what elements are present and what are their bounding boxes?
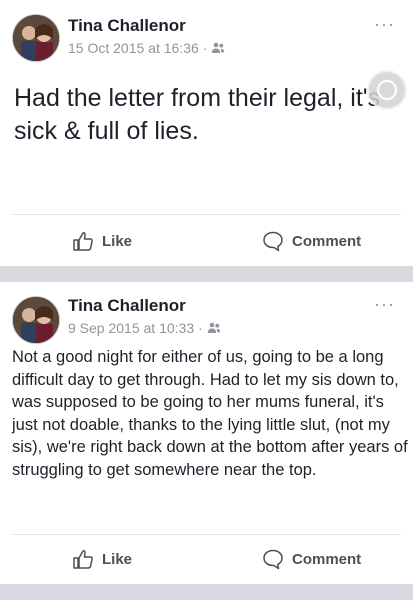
- like-label: Like: [102, 232, 133, 250]
- like-icon: [73, 232, 93, 251]
- meta-separator: ·: [198, 320, 203, 336]
- like-button[interactable]: Like: [72, 230, 132, 252]
- friends-icon: [207, 322, 221, 333]
- post-text: Had the letter from their legal, it's si…: [14, 84, 381, 145]
- post-card: Tina Challenor 15 Oct 2015 at 16:36 · ··…: [0, 0, 413, 266]
- comment-button[interactable]: Comment: [262, 230, 361, 252]
- post-text: Not a good night for either of us, going…: [12, 348, 408, 479]
- like-icon: [73, 550, 93, 569]
- floating-bubble-icon[interactable]: [369, 72, 405, 108]
- more-options-button[interactable]: ···: [374, 14, 395, 35]
- like-button[interactable]: Like: [72, 548, 132, 570]
- comment-icon: [263, 231, 283, 252]
- meta-separator: ·: [202, 40, 208, 56]
- post-timestamp[interactable]: 15 Oct 2015 at 16:36: [68, 40, 199, 56]
- friends-icon: [212, 42, 225, 53]
- like-label: Like: [102, 550, 133, 568]
- post-meta: 9 Sep 2015 at 10:33 ·: [68, 320, 221, 336]
- avatar[interactable]: [12, 14, 60, 62]
- comment-icon: [263, 549, 283, 570]
- comment-label: Comment: [292, 232, 362, 250]
- divider: [12, 214, 401, 215]
- comment-label: Comment: [292, 550, 362, 568]
- avatar[interactable]: [12, 296, 60, 344]
- more-options-button[interactable]: ···: [374, 294, 395, 315]
- author-name[interactable]: Tina Challenor: [68, 296, 186, 316]
- comment-button[interactable]: Comment: [262, 548, 361, 570]
- post-timestamp[interactable]: 9 Sep 2015 at 10:33: [68, 320, 194, 336]
- post-meta: 15 Oct 2015 at 16:36 ·: [68, 40, 225, 56]
- divider: [12, 534, 401, 535]
- author-name[interactable]: Tina Challenor: [68, 16, 186, 36]
